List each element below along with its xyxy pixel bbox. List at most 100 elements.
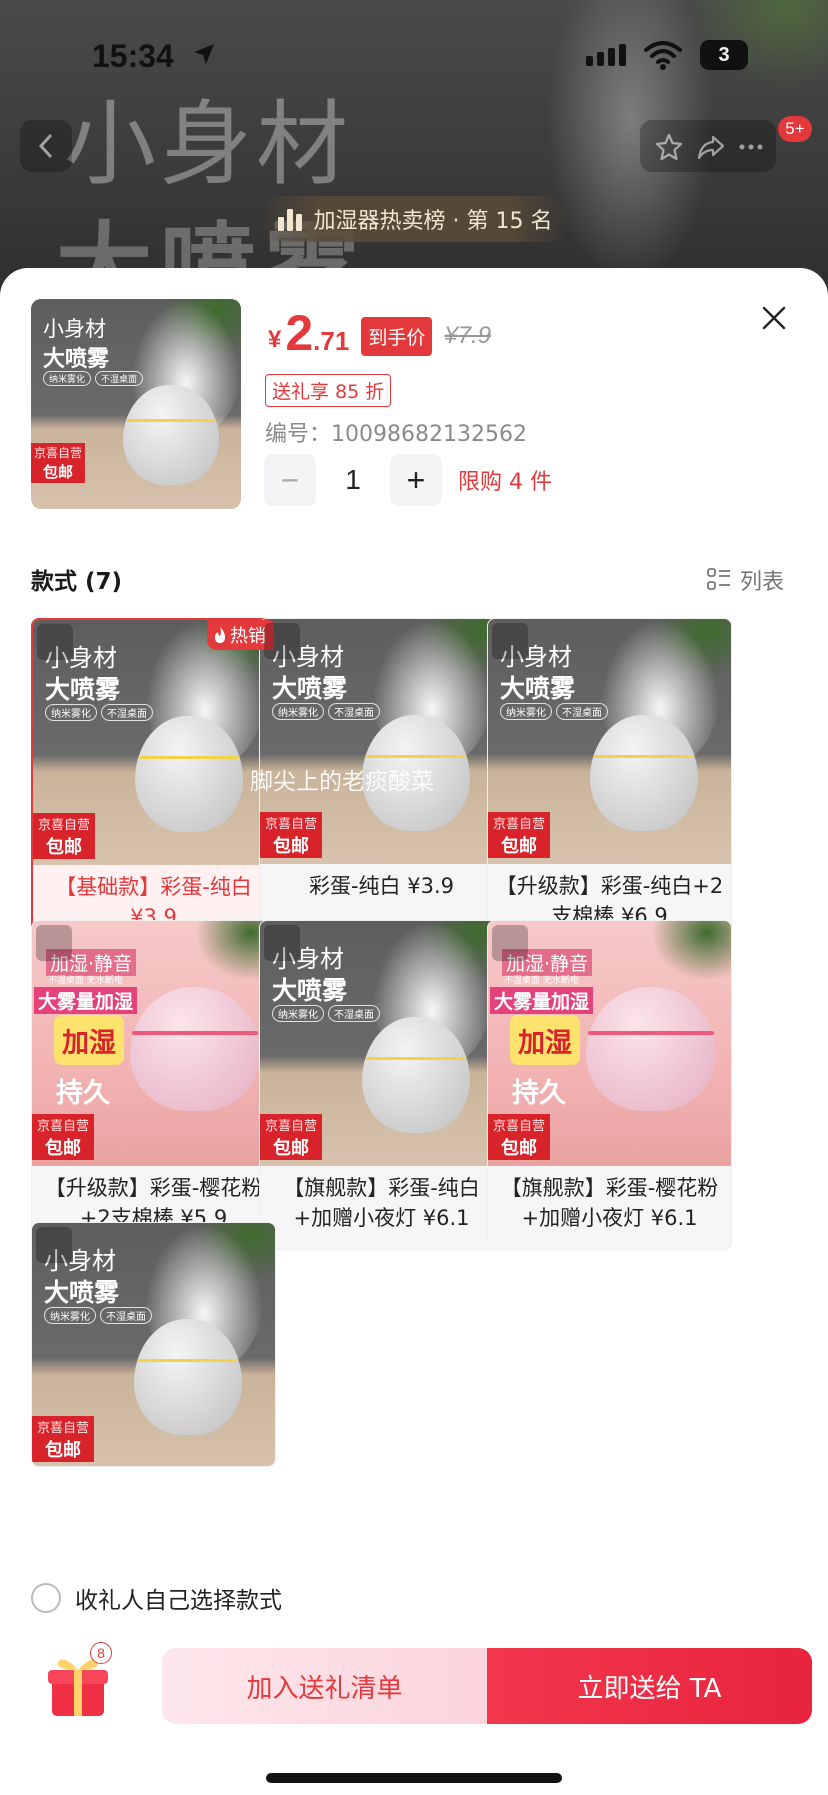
card-light-ring [588,1031,714,1035]
card-image-line2: 大喷雾 [272,976,348,1005]
expand-icon[interactable] [492,623,528,659]
expand-icon[interactable] [37,624,73,660]
expand-icon[interactable] [264,623,300,659]
quantity-plus-button[interactable]: + [390,454,442,506]
card-jd-line1: 京喜自营 [264,1118,317,1134]
card-jd-line1: 京喜自营 [492,1118,545,1134]
style-option-card[interactable]: 加湿·静音 不湿桌面 无水断电 大雾量加湿 加湿 持久 京喜自营 包邮 【旗舰款… [487,920,732,1250]
wifi-icon [644,41,682,70]
price-row: ¥ 2 .71 到手价 ¥7.9 [268,304,491,362]
more-icon[interactable] [736,132,766,162]
thumb-jd-badge: 京喜自营 包邮 [31,443,85,483]
card-image-line3: 持久 [56,1078,110,1109]
send-now-button[interactable]: 立即送给 TA [487,1648,812,1724]
nav-actions [640,120,776,172]
receiver-choose-option[interactable]: 收礼人自己选择款式 [31,1581,282,1615]
card-jd-badge: 京喜自营 包邮 [260,812,322,858]
card-plant [651,921,731,981]
thumb-line1: 小身材 [43,317,106,341]
expand-icon[interactable] [36,925,72,961]
card-image-box: 加湿 [54,1015,124,1065]
thumb-humidifier [123,385,219,485]
close-icon [762,306,786,330]
style-option-card[interactable]: 加湿·静音 不湿桌面 无水断电 大雾量加湿 加湿 持久 京喜自营 包邮 【升级款… [31,920,276,1250]
thumb-tags: 纳米雾化 不湿桌面 [43,371,144,386]
signal-icon [586,44,626,66]
card-image-tag: 纳米雾化 [45,704,97,721]
card-jd-line2: 包邮 [273,835,309,857]
card-image-tags: 纳米雾化 不湿桌面 [272,1005,380,1022]
quantity-value[interactable]: 1 [316,464,390,496]
card-jd-line1: 京喜自营 [492,816,545,832]
bar-chart-icon [277,209,302,231]
share-icon[interactable] [696,132,726,162]
card-image-small: 不湿桌面 无水断电 [504,976,579,986]
card-image-tag: 不湿桌面 [101,704,153,721]
hot-sale-label: 热销 [230,626,266,647]
card-jd-line2: 包邮 [273,1137,309,1159]
style-option-caption: 【旗舰款】彩蛋-樱花粉+加赠小夜灯 ¥6.1 [500,1176,719,1230]
thumb-tag: 不湿桌面 [95,371,144,386]
card-image-tag: 纳米雾化 [272,703,324,720]
card-jd-badge: 京喜自营 包邮 [32,1114,94,1160]
card-jd-badge: 京喜自营 包邮 [260,1114,322,1160]
card-humidifier [590,715,698,831]
card-jd-line1: 京喜自营 [37,817,90,833]
sku-number: 编号：10098682132562 [265,422,527,447]
bottom-action-bar: 收礼人自己选择款式 8 加入送礼清单 立即送给 TA [0,1563,828,1795]
card-jd-line1: 京喜自营 [36,1118,89,1134]
card-jd-badge: 京喜自营 包邮 [32,1416,94,1462]
style-option-card[interactable]: 小身材 大喷雾 纳米雾化 不湿桌面 京喜自营 包邮 【升级款】彩蛋-纯白+2支棉… [487,618,732,948]
card-image-tag: 不湿桌面 [328,703,380,720]
card-humidifier [135,716,243,832]
style-option-card[interactable]: 小身材 大喷雾 纳米雾化 不湿桌面 京喜自营 包邮 热销 【基础款】彩蛋-纯白 ¥… [31,618,276,948]
style-section-title: 款式 (7) [31,569,123,595]
card-jd-line2: 包邮 [501,835,537,857]
product-thumbnail[interactable]: 小身材 大喷雾 纳米雾化 不湿桌面 京喜自营 包邮 [31,299,241,509]
expand-icon[interactable] [264,925,300,961]
ranking-pill[interactable]: 加湿器热卖榜 · 第 15 名 [258,196,570,242]
card-image-tag: 不湿桌面 [100,1307,152,1324]
watermark-text: 脚尖上的老痰酸菜 [250,769,434,795]
card-image-tag: 纳米雾化 [44,1307,96,1324]
back-button[interactable] [20,120,72,172]
card-light-ring [138,1359,238,1362]
card-jd-badge: 京喜自营 包邮 [488,812,550,858]
card-humidifier [586,987,716,1111]
card-humidifier [362,1017,470,1133]
list-view-toggle[interactable]: 列表 [706,564,784,596]
card-light-ring [366,1057,466,1060]
card-image-tag: 纳米雾化 [272,1005,324,1022]
card-image-line2: 大喷雾 [500,674,576,703]
original-price: ¥7.9 [444,322,492,349]
purchase-limit: 限购 4 件 [458,470,552,495]
thumb-light-ring [127,419,215,422]
thumb-jd-line2: 包邮 [42,463,73,481]
card-image-tags: 纳米雾化 不湿桌面 [44,1307,152,1324]
card-jd-badge: 京喜自营 包邮 [33,813,95,859]
card-jd-badge: 京喜自营 包邮 [488,1114,550,1160]
status-time: 15:34 [92,38,174,74]
card-light-ring [139,756,239,759]
hand-price-tag: 到手价 [361,316,433,356]
add-to-gift-list-button[interactable]: 加入送礼清单 [162,1648,487,1724]
style-option-card[interactable]: 小身材 大喷雾 纳米雾化 不湿桌面 京喜自营 包邮 【旗舰款】彩蛋-纯白+加赠小… [259,920,504,1250]
card-image-tag: 纳米雾化 [500,703,552,720]
expand-icon[interactable] [492,925,528,961]
card-image-small: 不湿桌面 无水断电 [48,976,123,986]
card-jd-line2: 包邮 [45,1439,81,1461]
star-icon[interactable] [654,132,684,162]
close-button[interactable] [752,296,796,340]
fire-icon [215,627,225,643]
card-jd-line2: 包邮 [45,1137,81,1159]
card-jd-line1: 京喜自营 [264,816,317,832]
style-option-card[interactable]: 小身材 大喷雾 纳米雾化 不湿桌面 京喜自营 包邮 [31,1222,276,1467]
price-decimal: .71 [313,325,350,356]
receiver-choose-radio[interactable] [31,1583,61,1613]
home-indicator [266,1773,562,1783]
card-jd-line1: 京喜自营 [36,1420,89,1436]
back-chevron-icon [38,133,53,159]
expand-icon[interactable] [36,1227,72,1263]
quantity-minus-button[interactable]: − [264,454,316,506]
thumb-tag: 纳米雾化 [43,371,92,386]
